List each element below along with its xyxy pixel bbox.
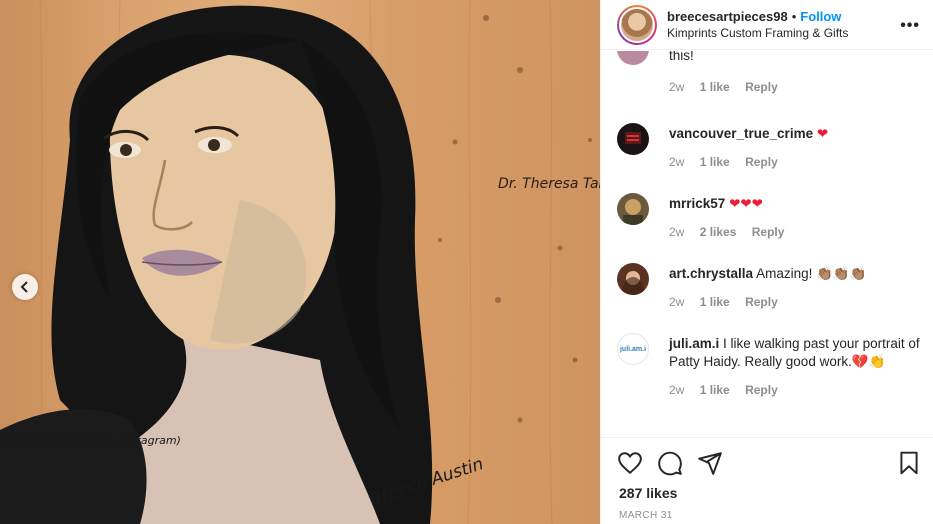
commenter-avatar[interactable] (617, 123, 649, 155)
comment-username[interactable]: mrrick57 (669, 196, 725, 211)
comment-likes[interactable]: 1 like (700, 295, 730, 309)
author-username[interactable]: breecesartpieces98 (667, 9, 788, 24)
comment-time[interactable]: 2w (669, 80, 684, 94)
comment-item: art.chrystalla Amazing! 👏🏽👏🏽👏🏽 2w 1 like… (617, 263, 922, 309)
comment-item: vancouver_true_crime ❤ 2w 1 like Reply (617, 123, 922, 169)
comment-username[interactable]: art.chrystalla (669, 266, 753, 281)
comment-username[interactable]: vancouver_true_crime (669, 126, 813, 141)
comment-text: ❤❤❤ (729, 196, 763, 211)
comment-likes[interactable]: 1 like (700, 383, 730, 397)
comment-likes[interactable]: 1 like (700, 80, 730, 94)
comment-time[interactable]: 2w (669, 383, 684, 397)
post-actions: 287 likes MARCH 31 (601, 437, 933, 524)
avatar-logo-text: juli.am.i (619, 345, 647, 353)
comment-text: ❤ (816, 126, 829, 141)
painted-artist-handle: Breecesartpieces98 (instagram) (4, 434, 181, 447)
reply-button[interactable]: Reply (745, 295, 778, 309)
comment-likes[interactable]: 1 like (700, 155, 730, 169)
separator-dot: • (791, 9, 797, 24)
author-avatar[interactable] (617, 4, 657, 45)
painted-name-label: Dr. Theresa Tam (498, 176, 600, 192)
post-date[interactable]: MARCH 31 (619, 510, 673, 521)
comment-username[interactable]: juli.am.i (669, 336, 719, 351)
previous-image-button[interactable] (12, 274, 38, 300)
comment-time[interactable]: 2w (669, 155, 684, 169)
portrait-painting: Dr. Theresa Tam Breecesartpieces98 (inst… (0, 0, 600, 524)
comment-item: this! 2w 1 like Reply (617, 51, 922, 94)
reply-button[interactable]: Reply (752, 225, 785, 239)
chevron-left-icon (20, 281, 28, 293)
more-options-icon[interactable]: ••• (900, 17, 920, 35)
comment-icon[interactable] (657, 450, 683, 476)
reply-button[interactable]: Reply (745, 383, 778, 397)
bookmark-icon[interactable] (896, 450, 922, 476)
post-image[interactable]: Dr. Theresa Tam Breecesartpieces98 (inst… (0, 0, 600, 524)
comment-text: this! (669, 51, 694, 63)
commenter-avatar[interactable] (617, 193, 649, 225)
post-location[interactable]: Kimprints Custom Framing & Gifts (667, 26, 848, 40)
comment-likes[interactable]: 2 likes (700, 225, 737, 239)
comments-list[interactable]: this! 2w 1 like Reply vancouver_true_cri… (601, 51, 933, 437)
comment-item: mrrick57 ❤❤❤ 2w 2 likes Reply (617, 193, 922, 239)
likes-count[interactable]: 287 likes (619, 485, 677, 501)
post-header: breecesartpieces98 • Follow Kimprints Cu… (601, 0, 933, 50)
commenter-avatar[interactable]: juli.am.i (617, 333, 649, 365)
commenter-avatar[interactable] (617, 263, 649, 295)
share-icon[interactable] (697, 450, 723, 476)
heart-icon[interactable] (617, 450, 643, 476)
comment-time[interactable]: 2w (669, 295, 684, 309)
comment-time[interactable]: 2w (669, 225, 684, 239)
comment-text: Amazing! 👏🏽👏🏽👏🏽 (756, 266, 867, 281)
reply-button[interactable]: Reply (745, 80, 778, 94)
comment-item: juli.am.i juli.am.i I like walking past … (617, 333, 922, 397)
commenter-avatar[interactable] (617, 51, 649, 65)
post-side-panel: breecesartpieces98 • Follow Kimprints Cu… (600, 0, 933, 524)
reply-button[interactable]: Reply (745, 155, 778, 169)
follow-button[interactable]: Follow (800, 9, 841, 24)
